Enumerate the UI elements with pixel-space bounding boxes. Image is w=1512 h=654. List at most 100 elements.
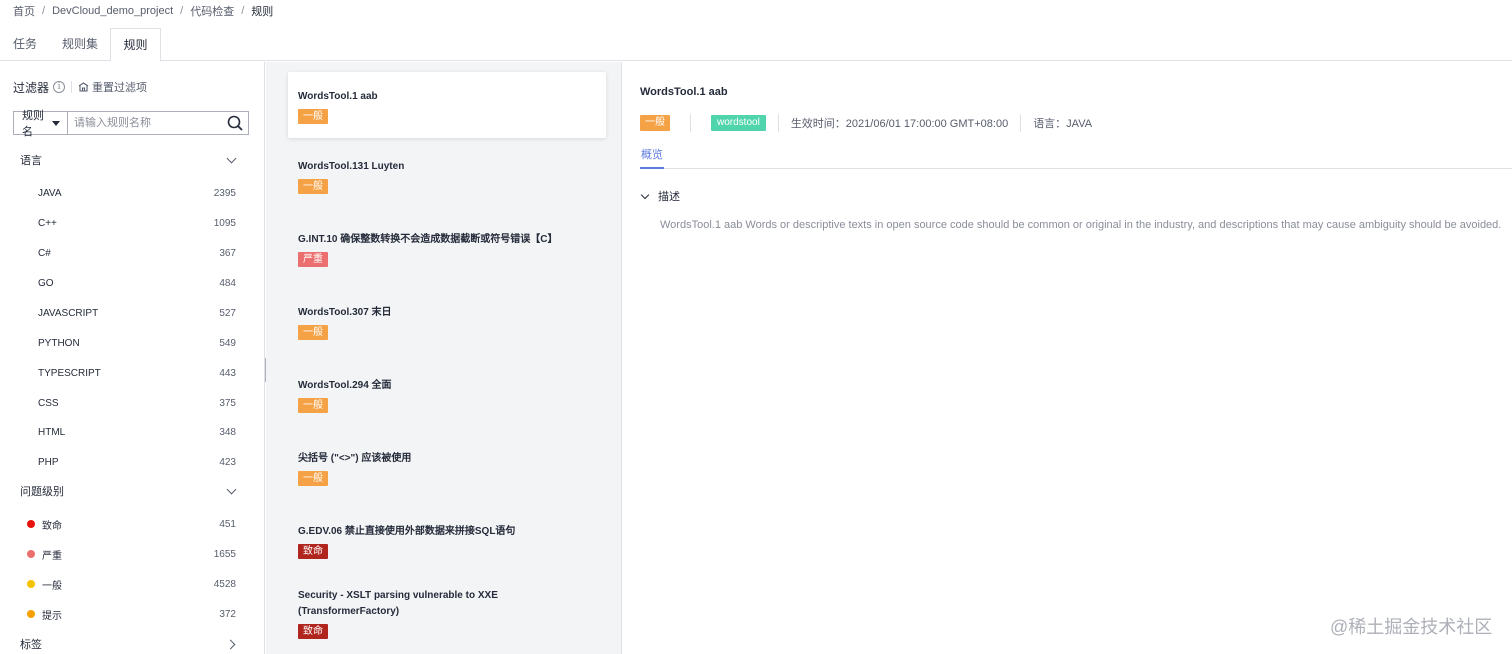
tab-rules[interactable]: 规则: [110, 28, 161, 62]
section-language[interactable]: 语言: [20, 151, 238, 169]
filter-item-language[interactable]: PYTHON 549: [38, 335, 236, 351]
severity-label-wrap: 严重: [27, 547, 62, 562]
filter-title: 过滤器: [13, 80, 50, 95]
description-toggle[interactable]: 描述: [640, 188, 680, 204]
language-count: 423: [219, 456, 236, 468]
breadcrumb-rules: 规则: [251, 6, 274, 18]
rule-name: WordsTool.131 Luyten: [298, 161, 405, 172]
divider: [1020, 114, 1022, 132]
chevron-right-icon: [225, 639, 236, 649]
filter-item-language[interactable]: C++ 1095: [38, 215, 236, 231]
language-label: HTML: [38, 426, 66, 438]
language-label: PHP: [38, 456, 59, 468]
rule-language: 语言：JAVA: [1033, 118, 1093, 130]
filter-item-language[interactable]: GO 484: [38, 275, 236, 291]
reset-filters-label: 重置过滤项: [92, 82, 148, 94]
filter-item-language[interactable]: TYPESCRIPT 443: [38, 365, 236, 381]
severity-label-wrap: 一般: [27, 577, 62, 592]
rule-card[interactable]: G.INT.10 确保整数转换不会造成数据截断或符号错误【C】 严重: [288, 232, 606, 267]
search-field-select[interactable]: 规则名: [14, 110, 68, 138]
filter-item-language[interactable]: CSS 375: [38, 395, 236, 411]
rule-card[interactable]: Security - XSLT parsing vulnerable to XX…: [288, 588, 538, 639]
section-tags-label: 标签: [20, 639, 42, 651]
description-text: WordsTool.1 aab Words or descriptive tex…: [660, 219, 1502, 231]
divider: [777, 114, 779, 132]
rule-search-bar: 规则名: [13, 110, 249, 138]
language-count: 367: [219, 247, 236, 259]
severity-badge: 一般: [298, 471, 328, 486]
reset-filters-button[interactable]: 重置过滤项: [78, 79, 147, 95]
info-icon[interactable]: i: [53, 81, 66, 93]
severity-label: 提示: [42, 610, 62, 622]
severity-dot: [27, 550, 35, 558]
severity-label: 严重: [42, 550, 62, 562]
severity-label: 致命: [42, 520, 62, 532]
severity-badge: 致命: [298, 624, 328, 639]
filter-item-severity-hint[interactable]: 提示 372: [27, 606, 236, 622]
language-label: GO: [38, 277, 54, 289]
severity-dot: [27, 580, 35, 588]
language-count: 549: [219, 337, 236, 349]
breadcrumb-home[interactable]: 首页: [13, 3, 35, 19]
rule-card[interactable]: WordsTool.1 aab 一般: [288, 72, 606, 138]
chevron-down-icon: [640, 190, 650, 199]
filter-item-language[interactable]: HTML 348: [38, 424, 236, 440]
page-tabs: 任务 规则集 规则: [0, 28, 1512, 62]
breadcrumb: 首页 / DevCloud_demo_project / 代码检查 / 规则: [13, 4, 273, 18]
search-icon[interactable]: [222, 112, 248, 134]
language-label: JAVASCRIPT: [38, 307, 99, 319]
filter-header: 过滤器 i 重置过滤项: [13, 79, 147, 95]
effective-time: 生效时间：2021/06/01 17:00:00 GMT+08:00: [790, 118, 1009, 130]
rule-list: WordsTool.1 aab 一般 WordsTool.131 Luyten …: [266, 62, 622, 654]
severity-count: 1655: [213, 548, 236, 560]
filter-item-language[interactable]: JAVASCRIPT 527: [38, 305, 236, 321]
language-count: 2395: [213, 187, 236, 199]
breadcrumb-separator: /: [180, 5, 184, 17]
rule-card[interactable]: G.EDV.06 禁止直接使用外部数据来拼接SQL语句 致命: [288, 524, 606, 559]
divider: [71, 81, 73, 93]
section-severity[interactable]: 问题级别: [20, 482, 238, 500]
severity-badge: 一般: [298, 179, 328, 194]
chevron-down-icon: [226, 153, 237, 163]
chevron-down-icon: [226, 484, 237, 494]
language-label: PYTHON: [38, 337, 80, 349]
rule-card[interactable]: WordsTool.131 Luyten 一般: [288, 159, 606, 194]
language-label: JAVA: [38, 187, 62, 199]
breadcrumb-separator: /: [241, 5, 245, 17]
rule-card[interactable]: WordsTool.294 全面 一般: [288, 378, 606, 413]
rule-name: G.INT.10 确保整数转换不会造成数据截断或符号错误【C】: [298, 234, 558, 245]
filter-item-language[interactable]: C# 367: [38, 245, 236, 261]
rule-meta-row: 一般 wordstool 生效时间：2021/06/01 17:00:00 GM…: [640, 114, 1092, 132]
rule-card[interactable]: WordsTool.307 末日 一般: [288, 305, 606, 340]
section-severity-label: 问题级别: [20, 486, 64, 498]
section-language-label: 语言: [20, 155, 42, 167]
breadcrumb-code-check[interactable]: 代码检查: [190, 3, 234, 19]
severity-count: 451: [219, 518, 236, 530]
reset-icon: [78, 82, 89, 92]
rule-name: Security - XSLT parsing vulnerable to XX…: [298, 590, 498, 617]
severity-badge: 一般: [640, 115, 670, 131]
tab-overview[interactable]: 概览: [640, 147, 664, 169]
section-tags[interactable]: 标签: [20, 635, 238, 653]
filter-panel: 过滤器 i 重置过滤项 规则名 语言 JAVA 2395 C++ 1095 C# 36…: [0, 62, 265, 654]
filter-item-severity-normal[interactable]: 一般 4528: [27, 576, 236, 592]
severity-count: 372: [219, 608, 236, 620]
breadcrumb-project[interactable]: DevCloud_demo_project: [52, 5, 173, 17]
tab-rulesets[interactable]: 规则集: [50, 28, 110, 61]
language-label: C++: [38, 217, 57, 229]
rule-detail-panel: WordsTool.1 aab 一般 wordstool 生效时间：2021/0…: [623, 62, 1512, 654]
severity-dot: [27, 610, 35, 618]
filter-item-severity-fatal[interactable]: 致命 451: [27, 516, 236, 532]
language-label: C#: [38, 247, 51, 259]
rule-search-input[interactable]: [68, 112, 222, 134]
filter-item-language[interactable]: PHP 423: [38, 454, 236, 470]
rule-name: G.EDV.06 禁止直接使用外部数据来拼接SQL语句: [298, 526, 516, 537]
divider: [690, 114, 691, 132]
severity-count: 4528: [213, 578, 236, 590]
rule-card[interactable]: 尖括号 ("<>") 应该被使用 一般: [288, 451, 606, 486]
filter-item-language[interactable]: JAVA 2395: [38, 185, 236, 201]
language-label: CSS: [38, 397, 59, 409]
tab-tasks[interactable]: 任务: [0, 28, 50, 61]
severity-badge: 一般: [298, 109, 328, 124]
filter-item-severity-serious[interactable]: 严重 1655: [27, 546, 236, 562]
